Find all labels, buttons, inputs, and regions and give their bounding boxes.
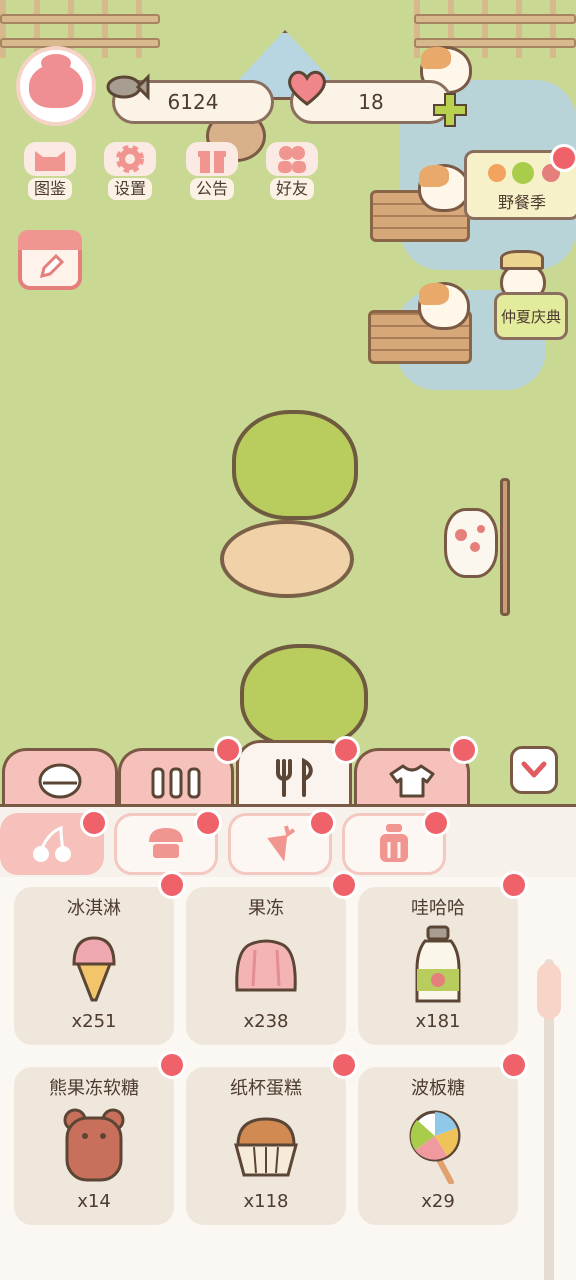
item-qty: x14: [77, 1191, 111, 1212]
item-card-gummy-bear[interactable]: 熊果冻软糖 x14: [14, 1067, 174, 1225]
tab-food-bowl[interactable]: [2, 748, 118, 810]
tree-canopy-2[interactable]: [240, 644, 368, 748]
add-hearts-button[interactable]: [432, 92, 468, 128]
menu-friends-button[interactable]: 好友: [258, 142, 326, 202]
notification-dot: [158, 1051, 186, 1079]
pink-blob-icon: [29, 54, 83, 108]
pencil-icon: [39, 254, 64, 279]
bowl-icon: [38, 763, 82, 798]
menu-collection-button[interactable]: 图鉴: [16, 142, 84, 202]
friends-icon: [266, 142, 318, 176]
straw-hat-icon: [500, 250, 544, 270]
gummy-bear-icon: [59, 1105, 129, 1187]
item-name: 熊果冻软糖: [49, 1078, 139, 1099]
cupcake-icon: [149, 828, 183, 858]
item-qty: x29: [421, 1191, 455, 1212]
item-name: 果冻: [248, 898, 284, 919]
lantern[interactable]: [444, 508, 498, 578]
menu-notice-label: 公告: [189, 178, 234, 200]
chevron-down-icon: [521, 761, 547, 778]
cherry-icon: [33, 825, 71, 862]
item-grid: 冰淇淋 x251 果冻 x238 哇哈哈 x181 熊果冻软糖 x14 纸杯蛋糕…: [0, 871, 576, 1280]
item-card-wahaha[interactable]: 哇哈哈 x181: [358, 887, 518, 1045]
item-card-cupcake[interactable]: 纸杯蛋糕 x118: [186, 1067, 346, 1225]
item-qty: x181: [415, 1011, 461, 1032]
midsummer-event-button[interactable]: 仲夏庆典: [494, 292, 568, 340]
gift-icon: [186, 142, 238, 176]
item-qty: x238: [243, 1011, 289, 1032]
plus-icon: [433, 93, 467, 127]
scrollbar-thumb[interactable]: [537, 963, 561, 1019]
item-qty: x251: [71, 1011, 117, 1032]
item-name: 波板糖: [411, 1078, 465, 1099]
collapse-panel-button[interactable]: [510, 746, 558, 794]
category-tabs: [0, 736, 576, 810]
game-scene[interactable]: [0, 0, 576, 805]
lollipop-icon: [403, 1105, 473, 1187]
notification-dot: [330, 871, 358, 899]
fence-left: [0, 0, 160, 58]
gear-icon: [104, 142, 156, 176]
menu-settings-label: 设置: [107, 178, 152, 200]
jelly-icon: [231, 925, 301, 1007]
menu-collection-label: 图鉴: [27, 178, 72, 200]
cutlery-icon: [276, 757, 313, 797]
notification-dot: [194, 809, 222, 837]
fish-icon: [104, 68, 150, 106]
lantern-pole: [500, 478, 510, 616]
shirt-icon: [389, 764, 435, 797]
notification-dot: [422, 809, 450, 837]
heart-count: 18: [358, 90, 384, 114]
notification-dot: [500, 871, 528, 899]
cat-face-icon: [24, 142, 76, 176]
notification-dot: [308, 809, 336, 837]
item-card-lollipop[interactable]: 波板糖 x29: [358, 1067, 518, 1225]
player-avatar[interactable]: [16, 46, 96, 126]
notification-dot: [214, 736, 242, 764]
heart-icon: [284, 68, 330, 106]
item-card-jelly[interactable]: 果冻 x238: [186, 887, 346, 1045]
notification-dot: [80, 809, 108, 837]
carrot-icon: [267, 825, 296, 862]
jar-icon: [380, 824, 408, 862]
item-qty: x118: [243, 1191, 289, 1212]
menu-notice-button[interactable]: 公告: [178, 142, 246, 202]
milk-bottle-icon: [403, 925, 473, 1007]
cupcake-icon: [231, 1105, 301, 1187]
notification-dot: [500, 1051, 528, 1079]
tree-stump[interactable]: [220, 520, 354, 598]
tree-canopy[interactable]: [232, 410, 358, 520]
fish-count: 6124: [167, 90, 219, 114]
picnic-event-label: 野餐季: [497, 193, 546, 212]
menu-settings-button[interactable]: 设置: [96, 142, 164, 202]
notification-dot: [332, 736, 360, 764]
item-name: 哇哈哈: [411, 898, 465, 919]
midsummer-event-label: 仲夏庆典: [500, 307, 561, 326]
cat-fishing-upper[interactable]: [418, 164, 470, 212]
menu-friends-label: 好友: [269, 178, 314, 200]
notification-dot: [330, 1051, 358, 1079]
item-card-ice-cream[interactable]: 冰淇淋 x251: [14, 887, 174, 1045]
calendar-button[interactable]: [18, 230, 82, 290]
inventory-panel: 冰淇淋 x251 果冻 x238 哇哈哈 x181 熊果冻软糖 x14 纸杯蛋糕…: [0, 804, 576, 1280]
ice-cream-icon: [59, 925, 129, 1007]
cat-fishing-lower[interactable]: [418, 282, 470, 330]
notification-dot: [158, 871, 186, 899]
item-name: 冰淇淋: [67, 898, 121, 919]
notification-dot: [550, 144, 576, 172]
notification-dot: [450, 736, 478, 764]
fence-icon: [151, 767, 201, 798]
item-name: 纸杯蛋糕: [230, 1078, 302, 1099]
